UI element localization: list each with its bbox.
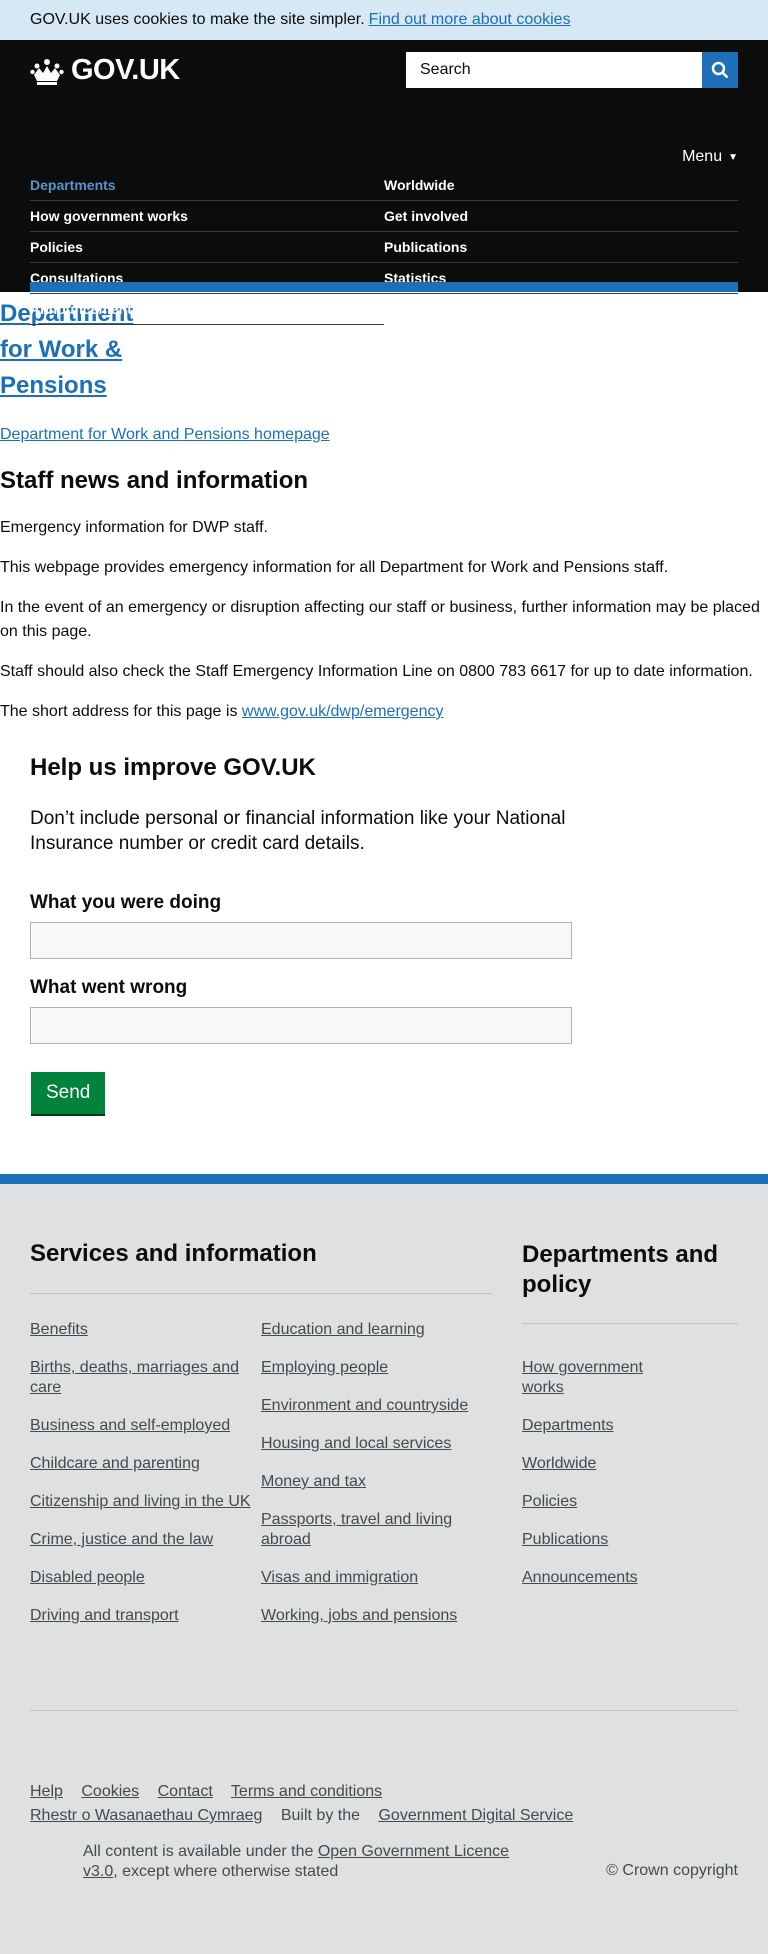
logo-text: GOV.UK bbox=[71, 54, 180, 86]
what-wrong-input[interactable] bbox=[30, 1007, 572, 1044]
what-doing-label: What you were doing bbox=[30, 892, 222, 913]
footer-departments: Departments and policy How government wo… bbox=[522, 1240, 738, 1606]
page-title: Staff news and information bbox=[0, 467, 309, 494]
built-by-label: Built by the bbox=[280, 1807, 361, 1824]
nav-item-how-government-works[interactable]: How government works bbox=[30, 201, 384, 232]
feedback-title: Help us improve GOV.UK bbox=[30, 754, 316, 781]
footer-link[interactable]: Publications bbox=[522, 1530, 652, 1550]
gds-link[interactable]: Government Digital Service bbox=[378, 1807, 573, 1824]
footer-link[interactable]: Passports, travel and living abroad bbox=[261, 1510, 492, 1550]
footer-divider bbox=[30, 1710, 738, 1711]
footer-link[interactable]: Employing people bbox=[261, 1358, 492, 1378]
footer-link[interactable]: Driving and transport bbox=[30, 1606, 261, 1626]
footer-link[interactable]: Crime, justice and the law bbox=[30, 1530, 261, 1550]
built-by-text: Built by the Government Digital Service bbox=[281, 1807, 573, 1824]
paragraph: Staff should also check the Staff Emerge… bbox=[0, 663, 753, 680]
footer-link[interactable]: Working, jobs and pensions bbox=[261, 1606, 492, 1626]
terms-link[interactable]: Terms and conditions bbox=[231, 1783, 382, 1800]
footer-link[interactable]: Departments bbox=[522, 1416, 652, 1436]
departments-links: How government works Departments Worldwi… bbox=[522, 1358, 738, 1588]
footer-link[interactable]: Policies bbox=[522, 1492, 652, 1512]
help-link[interactable]: Help bbox=[30, 1783, 63, 1800]
contact-link[interactable]: Contact bbox=[158, 1783, 213, 1800]
crown-copyright: © Crown copyright bbox=[606, 1862, 738, 1879]
licence-text: All content is available under the Open … bbox=[83, 1842, 543, 1882]
crown-icon bbox=[30, 58, 64, 85]
paragraph: Emergency information for DWP staff. bbox=[0, 519, 268, 536]
page-body: Emergency information for DWP staff. Thi… bbox=[0, 516, 768, 724]
meta-row-2: Rhestr o Wasanaethau Cymraeg Built by th… bbox=[30, 1804, 573, 1828]
footer-link[interactable]: Births, deaths, marriages and care bbox=[30, 1358, 261, 1398]
organisation-homepage-link[interactable]: Department for Work and Pensions homepag… bbox=[0, 426, 768, 444]
footer-link[interactable]: Disabled people bbox=[30, 1568, 261, 1588]
search-icon bbox=[711, 61, 729, 79]
footer-meta: Help Cookies Contact Terms and condition… bbox=[30, 1780, 573, 1828]
nav-column-right: Worldwide Get involved Publications Stat… bbox=[384, 170, 738, 325]
header-blue-bar bbox=[30, 282, 738, 292]
govuk-logo[interactable]: GOV.UK bbox=[30, 54, 180, 87]
footer-services: Services and information Benefits Births… bbox=[30, 1240, 492, 1644]
paragraph: This webpage provides emergency informat… bbox=[0, 559, 669, 576]
licence-post: , except where otherwise stated bbox=[113, 1863, 339, 1880]
send-button[interactable]: Send bbox=[31, 1072, 106, 1114]
nav-item-worldwide[interactable]: Worldwide bbox=[384, 170, 738, 201]
footer-link[interactable]: Money and tax bbox=[261, 1472, 492, 1492]
services-title: Services and information bbox=[30, 1240, 492, 1294]
footer-link[interactable]: Business and self-employed bbox=[30, 1416, 261, 1436]
cookie-link[interactable]: Find out more about cookies bbox=[369, 11, 571, 29]
menu-label: Menu bbox=[682, 148, 723, 165]
feedback-intro: Don’t include personal or financial info… bbox=[30, 808, 566, 854]
search-input[interactable] bbox=[406, 52, 702, 88]
cookie-banner: GOV.UK uses cookies to make the site sim… bbox=[0, 0, 768, 40]
search-form bbox=[406, 52, 738, 88]
cookie-text: GOV.UK uses cookies to make the site sim… bbox=[30, 11, 365, 28]
what-doing-input[interactable] bbox=[30, 922, 572, 959]
welsh-services-link[interactable]: Rhestr o Wasanaethau Cymraeg bbox=[30, 1807, 262, 1824]
triangle-down-icon: ▼ bbox=[728, 151, 738, 163]
nav-item-publications[interactable]: Publications bbox=[384, 232, 738, 263]
main-content: Department for Work & Pensions Departmen… bbox=[0, 296, 768, 1114]
departments-title: Departments and policy bbox=[522, 1240, 738, 1324]
short-address-link[interactable]: www.gov.uk/dwp/emergency bbox=[242, 703, 444, 720]
cookies-link[interactable]: Cookies bbox=[81, 1783, 139, 1800]
menu-toggle[interactable]: Menu ▼ bbox=[682, 148, 738, 166]
services-columns: Benefits Births, deaths, marriages and c… bbox=[30, 1320, 492, 1644]
site-footer: Services and information Benefits Births… bbox=[0, 1174, 768, 1954]
footer-link[interactable]: Housing and local services bbox=[261, 1434, 492, 1454]
short-address-text: The short address for this page is bbox=[0, 703, 238, 720]
nav-item-policies[interactable]: Policies bbox=[30, 232, 384, 263]
search-button[interactable] bbox=[702, 52, 738, 88]
footer-link[interactable]: Environment and countryside bbox=[261, 1396, 492, 1416]
nav-item-departments[interactable]: Departments bbox=[30, 170, 384, 201]
services-column-1: Benefits Births, deaths, marriages and c… bbox=[30, 1320, 261, 1644]
nav-item-announcements[interactable]: Announcements bbox=[30, 294, 384, 325]
short-address-paragraph: The short address for this page is www.g… bbox=[0, 700, 768, 724]
feedback-form: Help us improve GOV.UK Don’t include per… bbox=[0, 724, 768, 1114]
footer-link[interactable]: Worldwide bbox=[522, 1454, 652, 1474]
main-nav: Departments How government works Policie… bbox=[30, 170, 738, 325]
nav-column-left: Departments How government works Policie… bbox=[30, 170, 384, 325]
footer-link[interactable]: Citizenship and living in the UK bbox=[30, 1492, 261, 1512]
footer-link[interactable]: Visas and immigration bbox=[261, 1568, 492, 1588]
meta-links-row: Help Cookies Contact Terms and condition… bbox=[30, 1780, 573, 1804]
services-column-2: Education and learning Employing people … bbox=[261, 1320, 492, 1644]
footer-link[interactable]: Education and learning bbox=[261, 1320, 492, 1340]
paragraph: In the event of an emergency or disrupti… bbox=[0, 599, 760, 640]
what-wrong-label: What went wrong bbox=[30, 977, 188, 998]
footer-link[interactable]: Childcare and parenting bbox=[30, 1454, 261, 1474]
footer-link[interactable]: Announcements bbox=[522, 1568, 652, 1588]
footer-link[interactable]: Benefits bbox=[30, 1320, 261, 1340]
licence-pre: All content is available under the bbox=[83, 1843, 314, 1860]
site-header: GOV.UK Menu ▼ Departments How government… bbox=[0, 40, 768, 325]
footer-link[interactable]: How government works bbox=[522, 1358, 652, 1398]
nav-item-get-involved[interactable]: Get involved bbox=[384, 201, 738, 232]
